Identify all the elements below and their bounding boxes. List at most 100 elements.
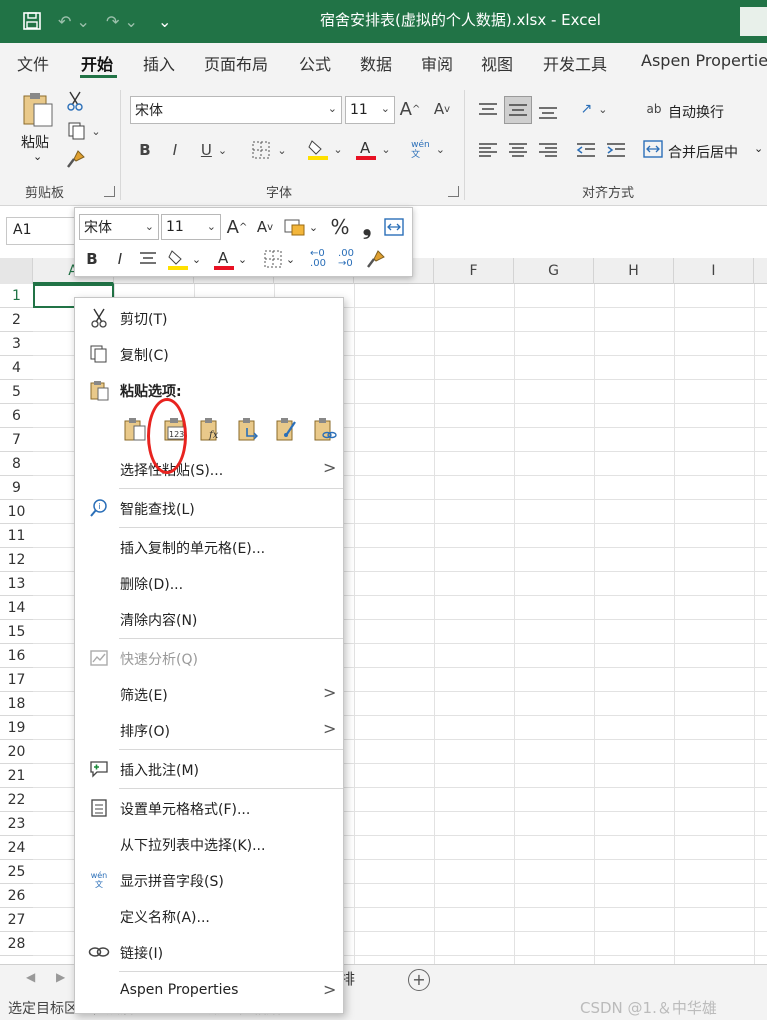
merge-center-icon[interactable] <box>642 138 664 160</box>
menu-item-insert-copied-cells[interactable]: 插入复制的单元格(E)... <box>75 530 343 564</box>
paste-option-link-icon[interactable] <box>311 415 339 443</box>
select-all-corner[interactable] <box>0 258 33 284</box>
tab-file[interactable]: 文件 <box>17 51 49 75</box>
row-header[interactable]: 21 <box>0 764 33 788</box>
add-sheet-icon[interactable]: + <box>408 969 430 991</box>
row-header[interactable]: 5 <box>0 380 33 404</box>
tab-data[interactable]: 数据 <box>360 51 392 75</box>
wrap-text-button[interactable]: 自动换行 <box>668 102 724 122</box>
tab-review[interactable]: 审阅 <box>421 51 453 75</box>
row-header[interactable]: 15 <box>0 620 33 644</box>
menu-item-pick-from-list[interactable]: 从下拉列表中选择(K)... <box>75 827 343 861</box>
mini-decrease-font-icon[interactable]: Av <box>253 214 277 240</box>
tab-formulas[interactable]: 公式 <box>299 51 331 75</box>
mini-font-name-combo[interactable]: 宋体 ⌄ <box>79 214 159 240</box>
row-header[interactable]: 1 <box>0 284 33 308</box>
menu-item-copy[interactable]: 复制(C) <box>75 337 343 371</box>
font-color-icon[interactable]: A ⌄ <box>352 136 394 162</box>
row-header[interactable]: 14 <box>0 596 33 620</box>
mini-align-center-icon[interactable] <box>135 246 161 272</box>
menu-item-sort[interactable]: 排序(O) > <box>75 713 343 747</box>
clipboard-launcher-icon[interactable] <box>104 186 115 197</box>
row-header[interactable]: 25 <box>0 860 33 884</box>
row-header[interactable]: 26 <box>0 884 33 908</box>
menu-item-show-phonetic[interactable]: wén 文 显示拼音字段(S) <box>75 863 343 897</box>
fill-color-icon[interactable]: ⌄ <box>304 136 346 162</box>
menu-item-paste-special[interactable]: 选择性粘贴(S)... > <box>75 452 343 486</box>
menu-item-clear-contents[interactable]: 清除内容(N) <box>75 602 343 636</box>
customize-qat-icon[interactable]: ⌄ <box>158 9 171 33</box>
underline-icon[interactable]: U ⌄ <box>194 138 234 162</box>
tab-view[interactable]: 视图 <box>481 51 513 75</box>
align-top-icon[interactable] <box>476 98 500 122</box>
merge-center-button[interactable]: 合并后居中 <box>668 142 738 162</box>
row-header[interactable]: 3 <box>0 332 33 356</box>
decrease-indent-icon[interactable] <box>574 138 598 162</box>
row-header[interactable]: 22 <box>0 788 33 812</box>
mini-format-painter-icon[interactable] <box>363 246 389 272</box>
row-header[interactable]: 13 <box>0 572 33 596</box>
align-left-icon[interactable] <box>476 138 500 162</box>
column-header[interactable]: I <box>674 258 754 284</box>
row-header[interactable]: 12 <box>0 548 33 572</box>
row-header[interactable]: 9 <box>0 476 33 500</box>
paste-button-label[interactable]: 粘贴 <box>21 132 49 152</box>
mini-comma-icon[interactable]: ❟ <box>355 214 379 240</box>
mini-font-color-icon[interactable]: A ⌄ <box>209 246 251 272</box>
orientation-icon[interactable]: ↗ ⌄ <box>574 96 614 122</box>
mini-increase-decimal-icon[interactable]: ←0.00 <box>305 246 331 272</box>
column-header[interactable]: H <box>594 258 674 284</box>
mini-bold-icon[interactable]: B <box>81 246 103 272</box>
align-center-icon[interactable] <box>506 138 530 162</box>
font-size-combo[interactable]: 11 ⌄ <box>345 96 395 124</box>
font-name-combo[interactable]: 宋体 ⌄ <box>130 96 342 124</box>
row-header[interactable]: 8 <box>0 452 33 476</box>
menu-item-cut[interactable]: 剪切(T) <box>75 301 343 335</box>
decrease-font-icon[interactable]: Av <box>430 96 454 122</box>
scroll-left-icon[interactable]: ◀ <box>26 970 35 984</box>
menu-item-format-cells[interactable]: 设置单元格格式(F)... <box>75 791 343 825</box>
row-header[interactable]: 27 <box>0 908 33 932</box>
row-header[interactable]: 28 <box>0 932 33 956</box>
tab-insert[interactable]: 插入 <box>143 51 175 75</box>
row-header[interactable]: 19 <box>0 716 33 740</box>
row-header[interactable]: 4 <box>0 356 33 380</box>
undo-icon[interactable]: ↶ ⌄ <box>58 9 90 33</box>
row-header[interactable]: 20 <box>0 740 33 764</box>
column-header[interactable]: G <box>514 258 594 284</box>
font-launcher-icon[interactable] <box>448 186 459 197</box>
row-header[interactable]: 16 <box>0 644 33 668</box>
name-box[interactable]: A1 <box>6 217 76 245</box>
redo-icon[interactable]: ↷ ⌄ <box>106 9 138 33</box>
mini-percent-icon[interactable]: % <box>327 214 353 240</box>
chevron-down-icon[interactable]: ⌄ <box>754 142 763 155</box>
tab-aspen-properties[interactable]: Aspen Properties <box>641 51 767 70</box>
tab-page-layout[interactable]: 页面布局 <box>204 51 268 75</box>
paste-dropdown-icon[interactable]: ⌄ <box>33 150 42 163</box>
row-header[interactable]: 7 <box>0 428 33 452</box>
menu-item-aspen-properties[interactable]: Aspen Properties > <box>75 974 343 1008</box>
row-header[interactable]: 18 <box>0 692 33 716</box>
italic-icon[interactable]: I <box>164 138 186 162</box>
row-header[interactable]: 24 <box>0 836 33 860</box>
menu-item-define-name[interactable]: 定义名称(A)... <box>75 899 343 933</box>
align-bottom-icon[interactable] <box>536 100 560 124</box>
row-header[interactable]: 6 <box>0 404 33 428</box>
tab-developer[interactable]: 开发工具 <box>543 51 607 75</box>
menu-item-filter[interactable]: 筛选(E) > <box>75 677 343 711</box>
mini-borders-icon[interactable]: ⌄ <box>257 246 301 272</box>
cut-icon[interactable] <box>64 90 86 112</box>
row-header[interactable]: 2 <box>0 308 33 332</box>
menu-item-smart-lookup[interactable]: i 智能查找(L) <box>75 491 343 525</box>
format-painter-icon[interactable] <box>64 148 88 170</box>
borders-icon[interactable]: ⌄ <box>246 138 292 162</box>
mini-italic-icon[interactable]: I <box>109 246 131 272</box>
scroll-right-icon[interactable]: ▶ <box>56 970 65 984</box>
paste-option-formulas-icon[interactable]: fx <box>197 415 225 443</box>
column-header[interactable]: F <box>434 258 514 284</box>
mini-decrease-decimal-icon[interactable]: .00 →0 <box>333 246 359 272</box>
paste-icon[interactable] <box>18 88 58 132</box>
align-middle-icon[interactable] <box>504 96 532 124</box>
paste-option-formatting-icon[interactable] <box>273 415 301 443</box>
paste-option-paste-icon[interactable] <box>121 415 149 443</box>
